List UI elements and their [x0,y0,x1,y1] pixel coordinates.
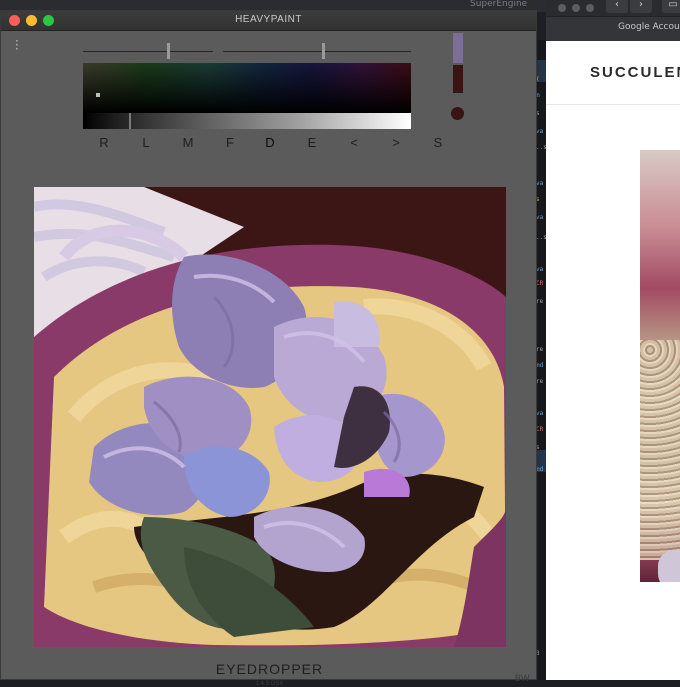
value-ramp-marker[interactable] [129,113,131,129]
menu-kebab-icon[interactable]: · · · [15,35,21,55]
browser-close-dot [558,4,566,12]
secondary-color-swatch[interactable] [453,65,463,93]
paint-canvas[interactable] [34,187,506,647]
brush-opacity-slider-knob[interactable] [321,43,325,59]
brush-preview-dot[interactable] [451,107,464,120]
artist-initials: BW [515,673,530,683]
window-title: HEAVYPAINT [235,14,302,25]
heavypaint-window: HEAVYPAINT · · · R L M F D E < > S EYEDR… [0,10,537,687]
browser-forward-icon[interactable]: › [630,0,652,13]
site-heading: SUCCULENTS [590,64,680,81]
tool-key-r[interactable]: R [95,135,113,150]
title-bar[interactable]: HEAVYPAINT [1,11,536,31]
tool-key-d[interactable]: D [261,135,279,150]
browser-maximize-dot [586,4,594,12]
tool-key-l[interactable]: L [137,135,155,150]
color-picker-marker[interactable] [96,93,100,97]
browser-minimize-dot [572,4,580,12]
browser-toolbar: ‹ › ▭ [546,0,680,16]
color-picker-field[interactable] [83,63,411,113]
tool-key-s[interactable]: S [429,135,447,150]
tool-key-prev[interactable]: < [345,135,363,150]
succulent-photo [640,150,680,582]
background-browser-window: ‹ › ▭ Google Account SUCCULENTS [546,0,680,680]
tool-key-f[interactable]: F [221,135,239,150]
tool-key-e[interactable]: E [303,135,321,150]
brush-opacity-slider[interactable] [223,51,411,52]
brush-size-slider[interactable] [83,51,213,52]
browser-back-icon[interactable]: ‹ [606,0,628,13]
browser-tab[interactable]: Google Account [546,16,680,41]
active-tool-label: EYEDROPPER [215,661,324,677]
tool-key-m[interactable]: M [179,135,197,150]
version-label: 1.4.5 OSX [255,681,284,687]
painting-artwork [34,187,506,647]
site-divider [546,104,680,105]
primary-color-swatch[interactable] [453,33,463,63]
tool-key-next[interactable]: > [387,135,405,150]
value-ramp[interactable] [83,113,411,129]
browser-sidebar-icon[interactable]: ▭ [662,0,680,13]
background-editor-title: SuperEngine [470,0,528,9]
browser-tab-label: Google Account [618,22,680,32]
brush-size-slider-knob[interactable] [166,43,170,59]
